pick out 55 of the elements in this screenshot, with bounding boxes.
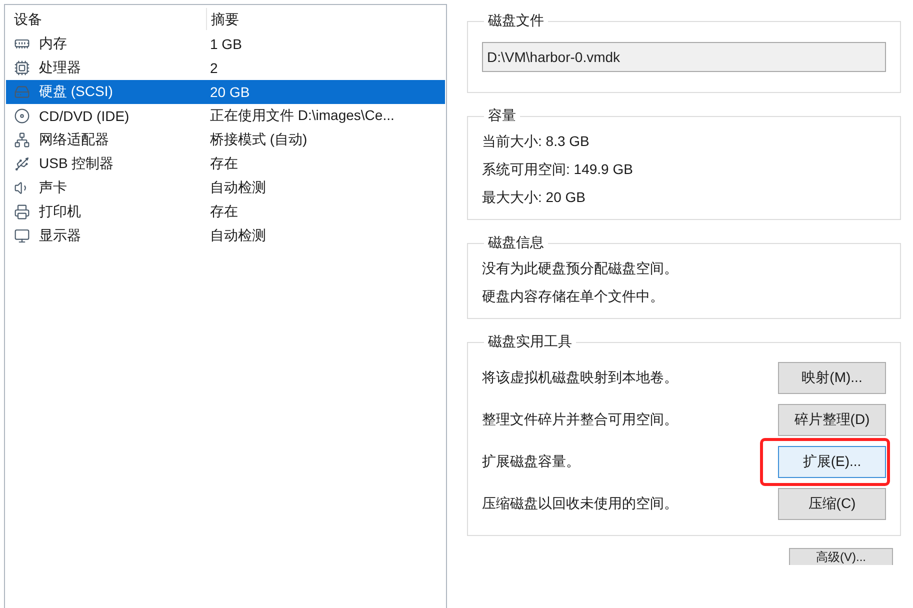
column-header[interactable]: 摘要	[206, 8, 445, 30]
utility-button[interactable]: 压缩(C)	[778, 488, 886, 520]
network-icon	[14, 132, 30, 148]
device-summary: 1 GB	[209, 36, 243, 52]
device-summary: 存在	[209, 203, 239, 221]
info-text: 没有为此硬盘预分配磁盘空间。	[482, 260, 679, 278]
device-row[interactable]: 处理器 2	[6, 56, 445, 80]
utility-description: 压缩磁盘以回收未使用的空间。	[482, 495, 678, 513]
capacity-text: 当前大小: 8.3 GB	[482, 133, 590, 151]
capacity-text: 最大大小: 20 GB	[482, 189, 586, 207]
chip-icon	[14, 60, 30, 76]
device-summary: 自动检测	[209, 179, 267, 197]
device-name: 内存	[38, 35, 67, 53]
device-name: CD/DVD (IDE)	[38, 108, 130, 124]
utility-button[interactable]: 扩展(E)...	[778, 446, 886, 478]
device-name: 声卡	[38, 179, 67, 197]
monitor-icon	[14, 228, 30, 244]
utility-description: 整理文件碎片并整合可用空间。	[482, 411, 678, 429]
device-name: 硬盘 (SCSI)	[38, 83, 113, 101]
device-name: 网络适配器	[38, 131, 109, 149]
device-row[interactable]: 显示器 自动检测	[6, 224, 445, 248]
utility-description: 扩展磁盘容量。	[482, 453, 580, 471]
info-text: 硬盘内容存储在单个文件中。	[482, 288, 665, 306]
path-field[interactable]: D:\VM\harbor-0.vmdk	[482, 42, 886, 72]
device-name: 处理器	[38, 59, 81, 77]
group-title: 磁盘文件	[487, 12, 545, 30]
device-row[interactable]: USB 控制器 存在	[6, 152, 445, 176]
utility-button[interactable]: 映射(M)...	[778, 362, 886, 394]
device-summary: 正在使用文件 D:\images\Ce...	[209, 107, 396, 125]
device-summary: 自动检测	[209, 227, 267, 245]
printer-icon	[14, 204, 30, 220]
device-row[interactable]: 硬盘 (SCSI) 20 GB	[6, 80, 445, 104]
capacity-text: 系统可用空间: 149.9 GB	[482, 161, 634, 179]
group-title: 磁盘实用工具	[487, 333, 573, 351]
hard-drive-icon	[14, 84, 30, 100]
device-summary: 2	[209, 60, 219, 76]
device-row[interactable]: 网络适配器 桥接模式 (自动)	[6, 128, 445, 152]
disc-icon	[14, 108, 30, 124]
device-summary: 桥接模式 (自动)	[209, 131, 308, 149]
device-summary: 20 GB	[209, 84, 251, 100]
device-row[interactable]: 内存 1 GB	[6, 32, 445, 56]
utility-description: 将该虚拟机磁盘映射到本地卷。	[482, 369, 678, 387]
device-summary: 存在	[209, 155, 239, 173]
usb-icon	[14, 156, 30, 172]
group-title: 磁盘信息	[487, 234, 545, 252]
group-title: 容量	[487, 107, 517, 125]
device-name: USB 控制器	[38, 155, 114, 173]
device-row[interactable]: 声卡 自动检测	[6, 176, 445, 200]
device-row[interactable]: CD/DVD (IDE) 正在使用文件 D:\images\Ce...	[6, 104, 445, 128]
advanced-button[interactable]: 高级(V)...	[789, 548, 893, 565]
device-name: 打印机	[38, 203, 81, 221]
column-header[interactable]: 设备	[6, 8, 206, 30]
device-row[interactable]: 打印机 存在	[6, 200, 445, 224]
utility-button[interactable]: 碎片整理(D)	[778, 404, 886, 436]
device-name: 显示器	[38, 227, 81, 245]
